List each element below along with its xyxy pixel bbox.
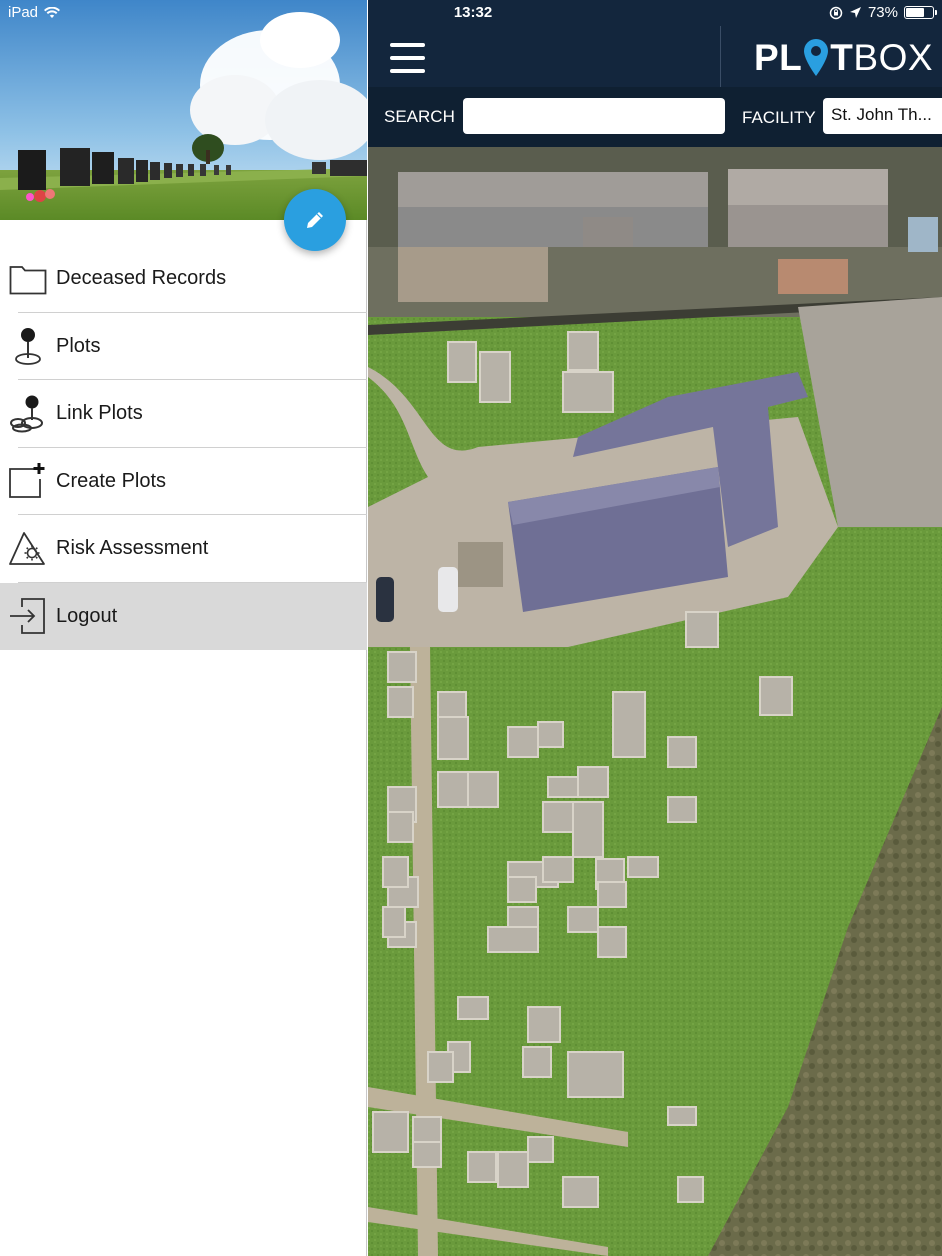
battery-icon (904, 6, 937, 19)
grave-plot (547, 776, 579, 798)
grave-plot (537, 721, 564, 748)
menu-item-link-plots[interactable]: Link Plots (0, 380, 367, 448)
grave-plot (387, 651, 417, 683)
aerial-map[interactable] (368, 147, 942, 1256)
grave-plot (437, 771, 469, 808)
location-arrow-icon (849, 7, 861, 18)
grave-plot (507, 906, 539, 928)
device-name: iPad (8, 4, 39, 21)
grave-plot (597, 926, 627, 958)
grave-plot (759, 676, 793, 716)
battery-percent: 73% (867, 4, 898, 21)
grave-plot (567, 1051, 624, 1098)
risk-assessment-icon (9, 531, 45, 565)
logo-pin-icon (804, 39, 829, 76)
grave-plot (387, 686, 414, 718)
menu-item-deceased-records[interactable]: Deceased Records (0, 245, 367, 313)
menu-item-logout[interactable]: Logout (0, 582, 367, 650)
drawer-menu: Deceased Records Plots Link Plots Create… (0, 245, 367, 650)
grave-plot (487, 926, 539, 953)
menu-item-create-plots[interactable]: Create Plots (0, 448, 367, 515)
main-panel: PL T BOX SEARCH FACILITY St. John Th... (368, 0, 942, 1256)
menu-item-plots[interactable]: Plots (0, 313, 367, 380)
menu-label: Logout (56, 604, 118, 627)
grave-plot (427, 1051, 454, 1083)
grave-plot (562, 371, 614, 413)
orientation-lock-icon (829, 6, 843, 19)
grave-plot (612, 691, 646, 758)
grave-plot (479, 351, 511, 403)
grave-plot (572, 801, 604, 858)
plotbox-logo: PL T BOX (754, 37, 934, 78)
grave-plot (597, 881, 627, 908)
search-bar: SEARCH FACILITY St. John Th... (368, 87, 942, 147)
wifi-icon (44, 6, 61, 18)
menu-label: Create Plots (56, 469, 167, 492)
folder-icon (9, 265, 47, 295)
map-pin-icon (15, 328, 41, 366)
grave-plot (387, 811, 414, 843)
grave-plot (527, 1136, 554, 1163)
facility-select[interactable]: St. John Th... (823, 98, 942, 134)
menu-label: Plots (56, 334, 101, 357)
grave-plot (685, 611, 719, 648)
search-input[interactable] (463, 98, 725, 134)
grave-plot (372, 1111, 409, 1153)
edit-profile-button[interactable] (284, 189, 346, 251)
grave-plot (437, 716, 469, 760)
grave-plot (677, 1176, 704, 1203)
grave-plot (667, 796, 697, 823)
status-time: 13:32 (453, 4, 493, 21)
grave-plot (542, 801, 576, 833)
grave-plot (382, 906, 406, 938)
grave-plot (412, 1141, 442, 1168)
link-plots-icon (10, 395, 43, 433)
grave-plot (667, 1106, 697, 1126)
grave-plot (567, 906, 599, 933)
grave-plot (447, 341, 477, 383)
pencil-icon (307, 212, 323, 228)
menu-label: Link Plots (56, 402, 143, 425)
facility-label: FACILITY (742, 108, 816, 127)
grave-plot (497, 1151, 529, 1188)
grave-plot (507, 726, 539, 758)
grave-plot (412, 1116, 442, 1143)
grave-plot (467, 771, 499, 808)
search-label: SEARCH (384, 107, 455, 126)
grave-plot (627, 856, 659, 878)
hamburger-menu-icon[interactable] (390, 43, 426, 75)
drawer-header-image (0, 0, 367, 220)
logout-icon (10, 598, 45, 635)
grave-plot (467, 1151, 497, 1183)
menu-item-risk-assessment[interactable]: Risk Assessment (0, 515, 367, 583)
grave-plot (527, 1006, 561, 1043)
menu-label: Deceased Records (56, 267, 227, 290)
grave-plot (567, 331, 599, 371)
grave-plot (667, 736, 697, 768)
grave-plot (522, 1046, 552, 1078)
grave-plot (562, 1176, 599, 1208)
grave-plot (382, 856, 409, 888)
menu-label: Risk Assessment (56, 537, 209, 560)
grave-plot (577, 766, 609, 798)
grave-plot (507, 876, 537, 903)
grave-plot (542, 856, 574, 883)
grave-plot (457, 996, 489, 1020)
side-drawer: Deceased Records Plots Link Plots Create… (0, 0, 367, 1256)
create-plot-icon (9, 463, 45, 499)
